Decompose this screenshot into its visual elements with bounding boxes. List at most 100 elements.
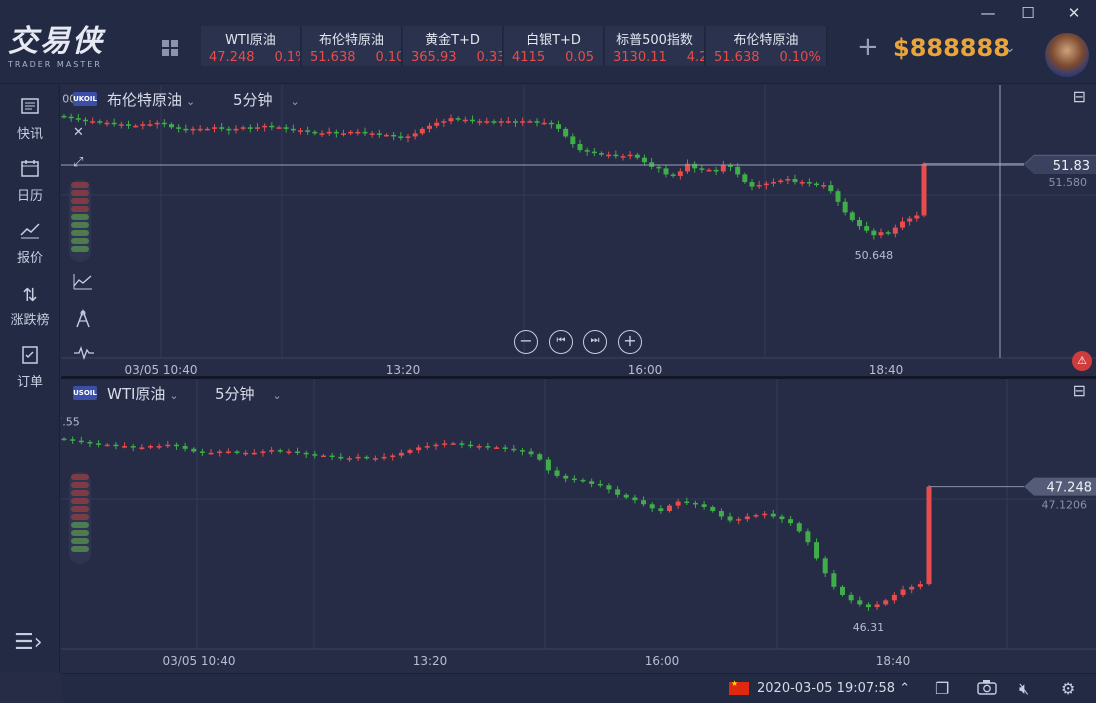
candle-body <box>842 201 848 213</box>
candle-body <box>70 439 76 441</box>
candle-body <box>658 508 664 512</box>
candle-body <box>713 169 719 172</box>
candlestick-chart-brent[interactable]: 51.63851.58052.00850.64803/05 10:4013:20… <box>61 85 1096 376</box>
candlestick-chart-wti[interactable]: 47.248 47.1206 47.55 46.31 03/05 10:40 13:20 1… <box>61 379 1096 673</box>
mute-icon[interactable]: 🔇︎ <box>1019 679 1029 699</box>
volume-gauge <box>69 472 91 564</box>
candle-body <box>176 127 182 129</box>
waveform-icon[interactable] <box>73 345 95 364</box>
candle-body <box>907 218 913 222</box>
grid-layout-icon[interactable] <box>160 38 180 58</box>
status-bar: 2020-03-05 19:07:58 ⌃ ❐ 🔇︎ ⚙ <box>61 673 1096 703</box>
candle-body <box>165 444 171 447</box>
candle-body <box>133 125 139 128</box>
candle-body <box>848 594 854 601</box>
interval-selector[interactable]: 5分钟 ⌄ <box>215 383 282 404</box>
candle-body <box>494 447 499 449</box>
candle-body <box>502 447 508 449</box>
candle-body <box>459 443 465 445</box>
candle-body <box>749 182 755 187</box>
x-tick-label: 18:40 <box>876 654 911 668</box>
camera-icon[interactable] <box>977 679 997 699</box>
ticker-silver[interactable]: 白银T+D 4115 0.05 <box>504 26 604 66</box>
drawing-compass-icon[interactable] <box>74 309 92 333</box>
server-time[interactable]: 2020-03-05 19:07:58 ⌃ <box>757 681 910 696</box>
sidebar-item-calendar[interactable]: 日历 <box>0 155 60 211</box>
avatar[interactable] <box>1045 33 1089 77</box>
window-cascade-icon[interactable]: ❐ <box>935 679 949 698</box>
candle-body <box>805 531 811 543</box>
chevron-down-icon[interactable]: ⌄ <box>1004 40 1016 56</box>
scroll-end-button[interactable]: ⏭ <box>583 330 607 354</box>
sidebar-item-news[interactable]: 快讯 <box>0 93 60 149</box>
settings-gear-icon[interactable]: ⚙ <box>1061 679 1075 698</box>
sidebar-item-orders[interactable]: 订单 <box>0 341 60 397</box>
candle-body <box>692 163 698 169</box>
candle-body <box>520 121 526 123</box>
candle-body <box>835 191 841 202</box>
minimize-button[interactable]: — <box>976 4 1000 22</box>
candle-body <box>505 121 511 123</box>
candle-body <box>917 584 923 587</box>
candle-body <box>225 451 231 453</box>
interval-selector[interactable]: 5分钟 ⌄ <box>233 89 300 110</box>
close-button[interactable]: ✕ <box>1062 4 1086 22</box>
close-icon[interactable]: ✕ <box>73 125 84 140</box>
candle-body <box>298 130 303 132</box>
ticker-brent-2[interactable]: 布伦特原油 51.638 0.10% <box>706 26 827 66</box>
expand-menu-icon[interactable]: ☰› <box>14 630 43 655</box>
china-flag-icon[interactable] <box>729 679 749 695</box>
panel-settings-icon[interactable]: ⊟ <box>1073 87 1086 106</box>
candle-body <box>606 154 612 157</box>
candle-body <box>154 122 160 125</box>
candle-body <box>470 119 475 122</box>
ticker-price: 47.248 <box>209 50 255 65</box>
candle-body <box>390 455 396 458</box>
add-icon[interactable]: + <box>857 32 879 62</box>
candle-body <box>412 133 418 137</box>
chevron-down-icon: ⌄ <box>290 95 300 108</box>
low-label: 50.648 <box>855 249 894 262</box>
symbol-name: WTI原油 <box>107 385 166 403</box>
candle-body <box>251 452 257 455</box>
candle-body <box>78 440 84 443</box>
zoom-in-button[interactable]: + <box>618 330 642 354</box>
sidebar-item-movers[interactable]: ⇅ 涨跌榜 <box>0 279 60 335</box>
candle-body <box>763 183 769 186</box>
expand-icon[interactable]: ⤢ <box>73 155 83 170</box>
candle-body <box>677 171 683 176</box>
ticker-gold[interactable]: 黄金T+D 365.93 0.33 <box>403 26 503 66</box>
candle-body <box>485 446 491 448</box>
chart-panel-wti: 47.248 47.1206 47.55 46.31 03/05 10:40 13:20 1… <box>61 379 1096 673</box>
ticker-wti[interactable]: WTI原油 47.248 0.1% <box>201 26 301 66</box>
chevron-down-icon: ⌄ <box>169 389 179 402</box>
candle-body <box>511 448 517 451</box>
symbol-selector[interactable]: WTI原油 ⌄ <box>107 383 179 404</box>
candle-body <box>148 446 153 448</box>
candle-body <box>527 121 533 123</box>
panel-settings-icon[interactable]: ⊟ <box>1073 381 1086 400</box>
sidebar-item-label: 快讯 <box>16 127 43 142</box>
candle-body <box>756 185 762 187</box>
candle-body <box>113 444 119 447</box>
candle-body <box>212 127 217 129</box>
sidebar-item-quotes[interactable]: 报价 <box>0 217 60 273</box>
candle-body <box>147 124 153 126</box>
scroll-start-button[interactable]: ⏮ <box>549 330 573 354</box>
candle-body <box>441 121 447 123</box>
maximize-button[interactable]: ☐ <box>1016 4 1040 22</box>
symbol-selector[interactable]: 布伦特原油 ⌄ <box>107 89 195 110</box>
zoom-out-button[interactable]: − <box>514 330 538 354</box>
candle-body <box>822 558 828 574</box>
candle-body <box>247 127 253 129</box>
candle-body <box>871 230 877 236</box>
indicator-chart-icon[interactable] <box>73 273 93 295</box>
candle-body <box>442 443 448 445</box>
candle-body <box>865 604 871 608</box>
candle-body <box>814 542 820 559</box>
ticker-brent[interactable]: 布伦特原油 51.638 0.10 <box>302 26 402 66</box>
candle-body <box>727 516 733 521</box>
alert-icon[interactable]: ⚠ <box>1072 351 1092 371</box>
ticker-sp500[interactable]: 标普500指数 3130.11 4.22 <box>605 26 705 66</box>
candle-body <box>771 182 776 184</box>
